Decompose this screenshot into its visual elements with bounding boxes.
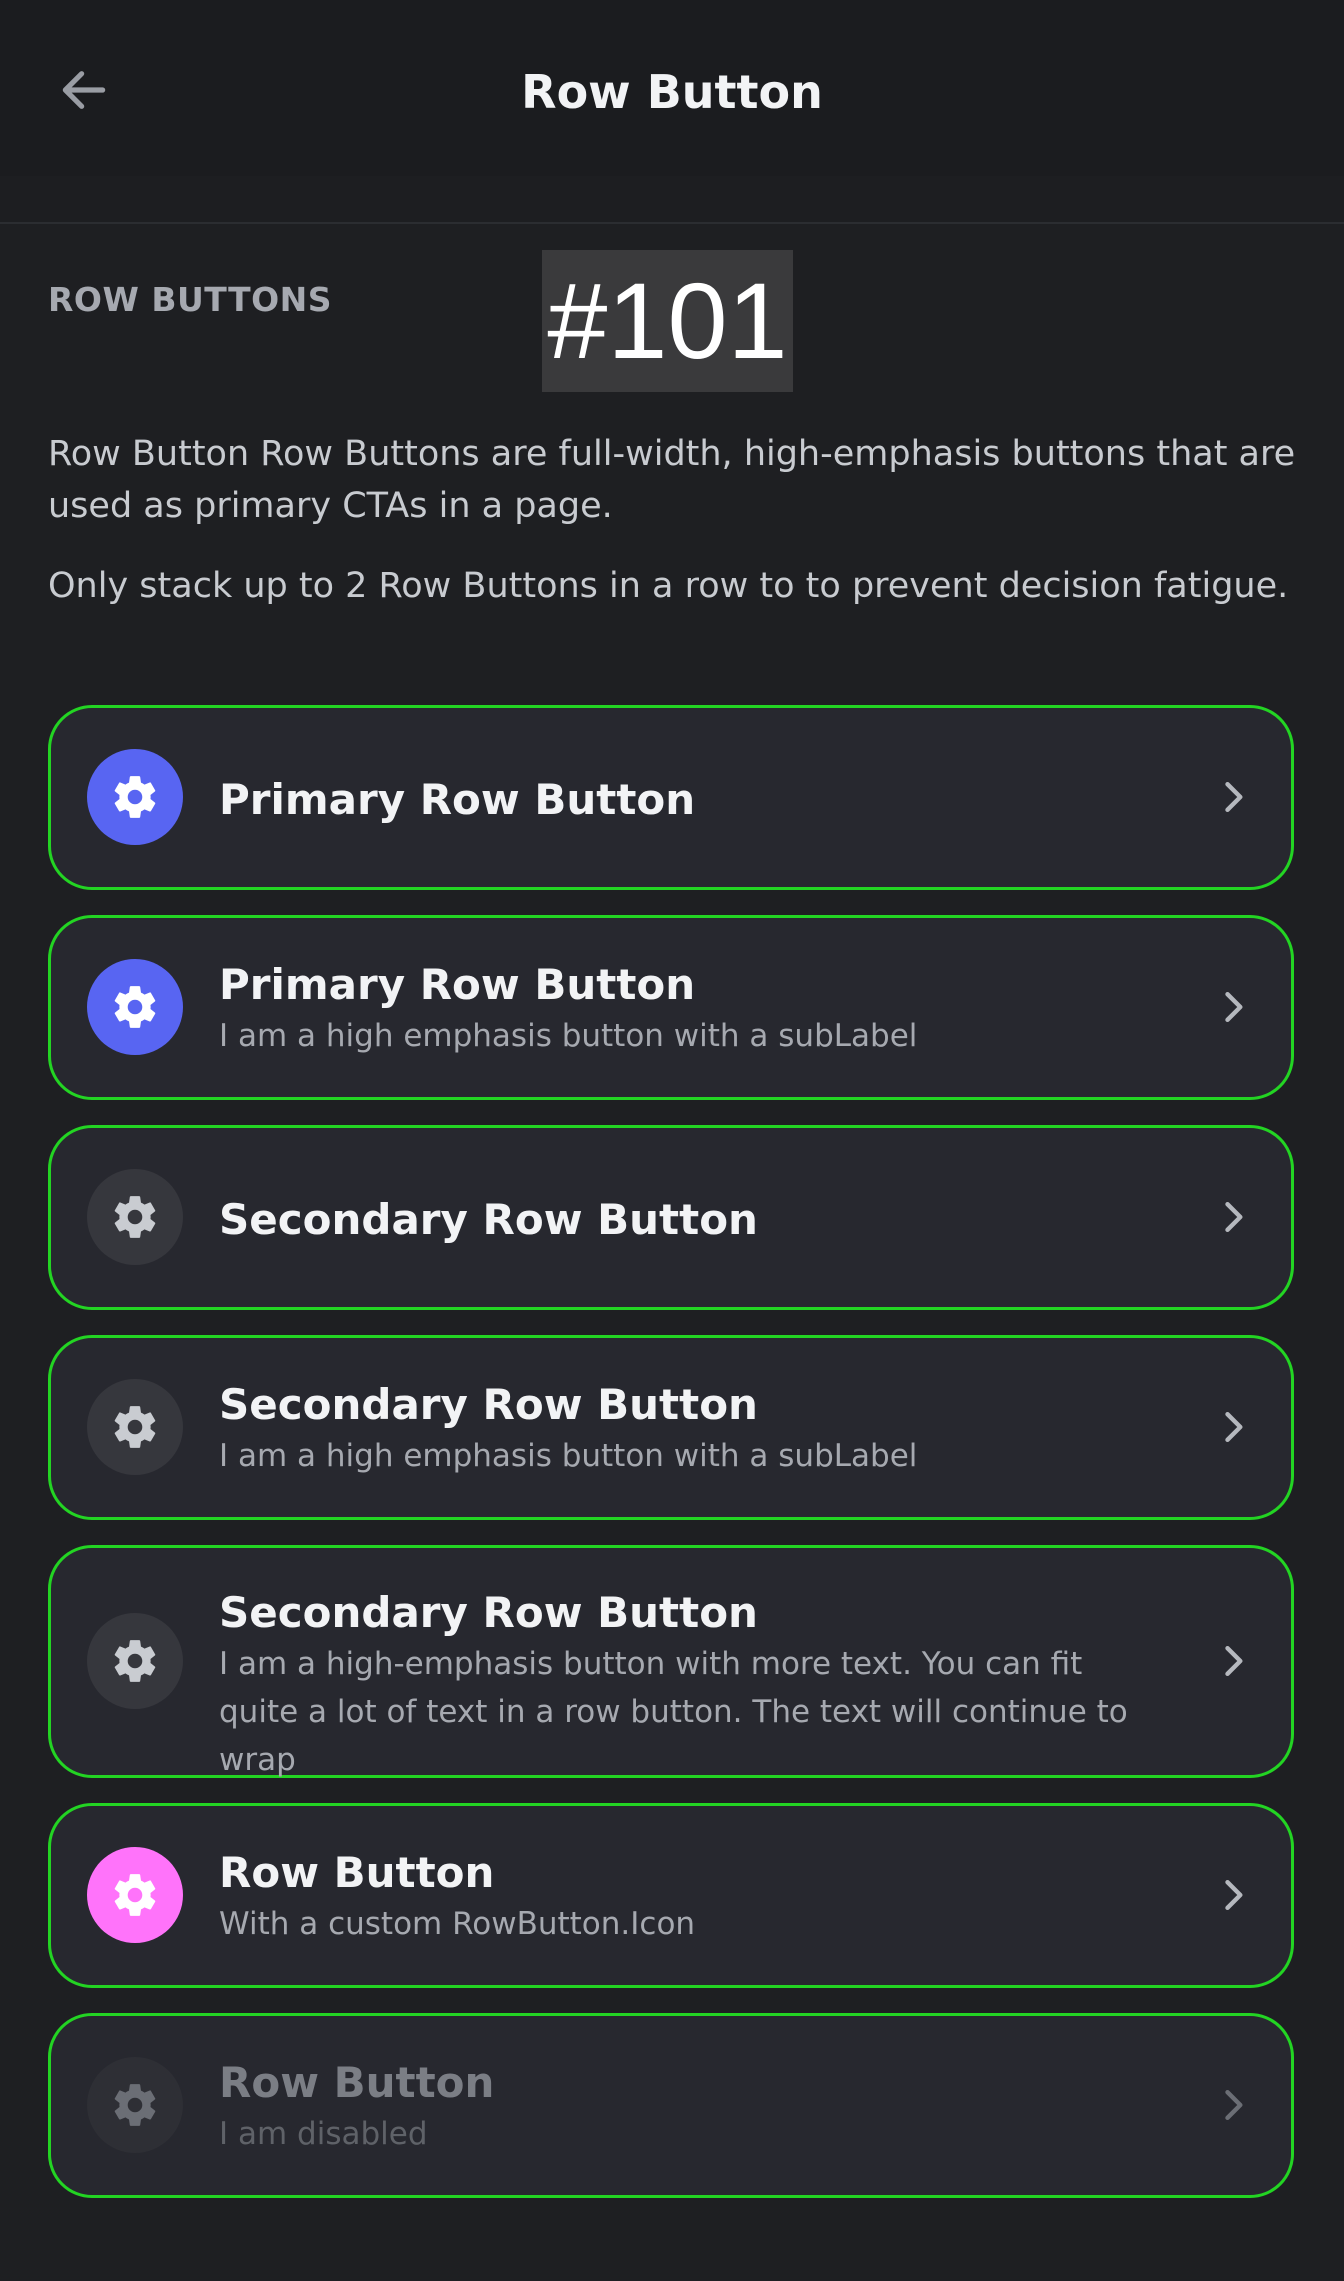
page-title: Row Button <box>521 65 823 119</box>
primary-row-button-sublabel[interactable]: Primary Row Button I am a high emphasis … <box>48 915 1294 1100</box>
header-divider <box>0 176 1344 224</box>
section-note: Only stack up to 2 Row Buttons in a row … <box>48 566 1289 606</box>
gear-icon <box>114 1406 156 1448</box>
disabled-row-button: Row Button I am disabled <box>48 2013 1294 2198</box>
row-button-label: Primary Row Button <box>219 960 696 1009</box>
secondary-row-button-long-text[interactable]: Secondary Row Button I am a high-emphasi… <box>48 1545 1294 1778</box>
row-button-texts: Row Button With a custom RowButton.Icon <box>219 1846 1171 1948</box>
row-button-label: Secondary Row Button <box>219 1380 758 1429</box>
row-button-sublabel: I am a high emphasis button with a subLa… <box>219 1018 918 1054</box>
row-button-texts: Primary Row Button <box>219 773 1171 827</box>
row-button-texts: Primary Row Button I am a high emphasis … <box>219 958 1171 1060</box>
custom-icon-row-button[interactable]: Row Button With a custom RowButton.Icon <box>48 1803 1294 1988</box>
section-label: ROW BUTTONS <box>48 280 333 319</box>
gear-icon <box>114 776 156 818</box>
gear-icon <box>114 1640 156 1682</box>
row-button-texts: Secondary Row Button I am a high-emphasi… <box>219 1586 1171 1784</box>
row-button-label: Secondary Row Button <box>219 1588 758 1637</box>
chevron-right-icon <box>1205 769 1261 825</box>
gear-icon <box>114 1874 156 1916</box>
secondary-row-button[interactable]: Secondary Row Button <box>48 1125 1294 1310</box>
row-button-sublabel: With a custom RowButton.Icon <box>219 1906 696 1942</box>
row-button-label: Row Button <box>219 1848 495 1897</box>
row-button-texts: Secondary Row Button I am a high emphasi… <box>219 1378 1171 1480</box>
chevron-right-icon <box>1205 1189 1261 1245</box>
chevron-right-icon <box>1205 1399 1261 1455</box>
row-button-sublabel: I am a high-emphasis button with more te… <box>219 1646 1128 1778</box>
icon-circle-disabled <box>87 2057 183 2153</box>
row-button-texts: Secondary Row Button <box>219 1193 1171 1247</box>
top-bar: Row Button <box>0 0 1344 176</box>
row-button-sublabel: I am disabled <box>219 2116 428 2152</box>
icon-circle-custom <box>87 1847 183 1943</box>
id-badge: #101 <box>542 250 793 392</box>
row-button-label: Secondary Row Button <box>219 1195 758 1244</box>
gear-icon <box>114 1196 156 1238</box>
secondary-row-button-sublabel[interactable]: Secondary Row Button I am a high emphasi… <box>48 1335 1294 1520</box>
icon-circle-secondary <box>87 1613 183 1709</box>
icon-circle-secondary <box>87 1379 183 1475</box>
gear-icon <box>114 986 156 1028</box>
row-button-label: Row Button <box>219 2058 495 2107</box>
row-button-texts: Row Button I am disabled <box>219 2056 1171 2158</box>
icon-circle-primary <box>87 749 183 845</box>
section-description: Row Button Row Buttons are full-width, h… <box>48 434 1296 526</box>
primary-row-button[interactable]: Primary Row Button <box>48 705 1294 890</box>
row-button-label: Primary Row Button <box>219 775 696 824</box>
icon-circle-secondary <box>87 1169 183 1265</box>
row-button-sublabel: I am a high emphasis button with a subLa… <box>219 1438 918 1474</box>
chevron-right-icon <box>1205 979 1261 1035</box>
gear-icon <box>114 2084 156 2126</box>
chevron-right-icon <box>1205 2077 1261 2133</box>
icon-circle-primary <box>87 959 183 1055</box>
chevron-right-icon <box>1205 1633 1261 1689</box>
chevron-right-icon <box>1205 1867 1261 1923</box>
